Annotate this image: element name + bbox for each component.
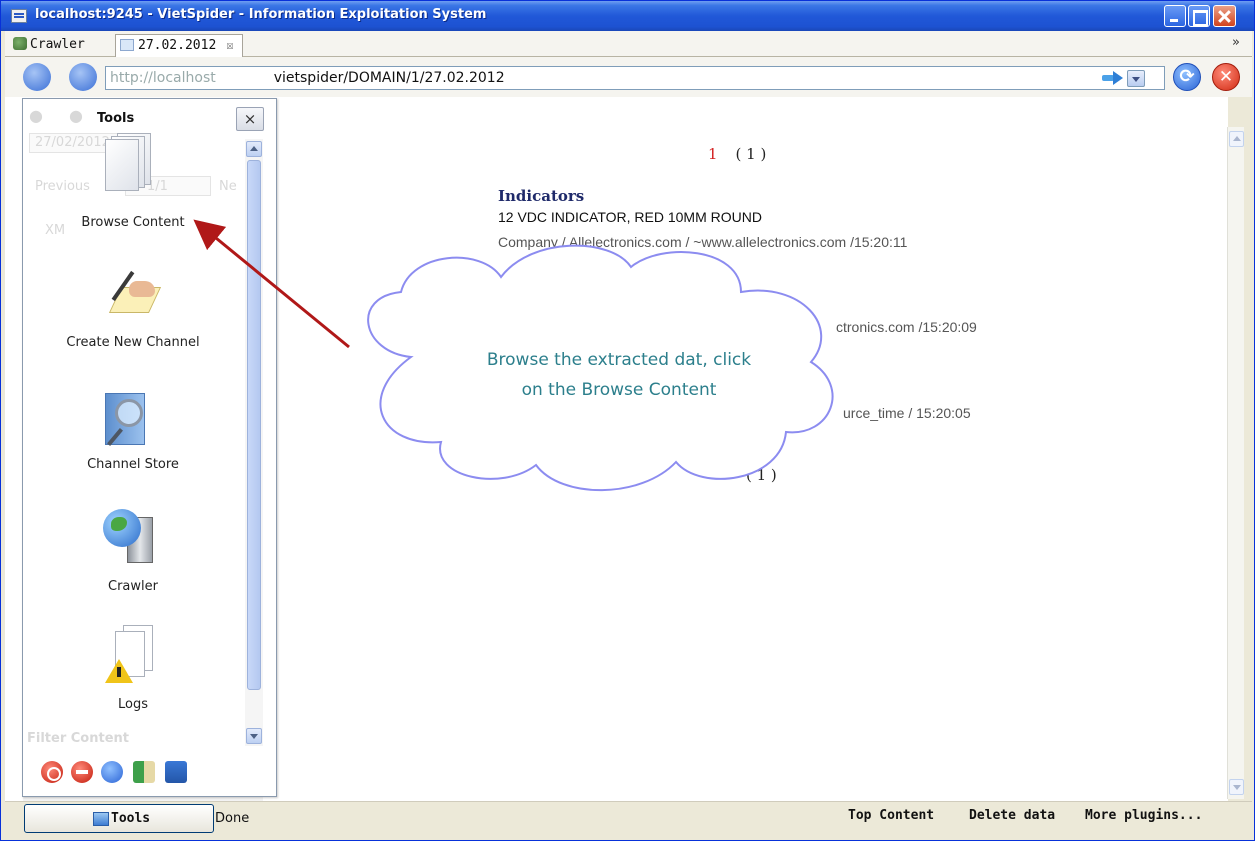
forward-button[interactable]: [69, 63, 97, 91]
url-dropdown-button[interactable]: [1127, 70, 1145, 87]
address-input[interactable]: http://localhost vietspider/DOMAIN/1/27.0…: [105, 66, 1165, 90]
scroll-down-arrow-icon[interactable]: [1229, 779, 1244, 795]
tools-popup: ● ● Tools × 27/02/2012 Previous 1/1 Ne X…: [22, 98, 277, 797]
tool-channel-store-label: Channel Store: [87, 457, 179, 472]
tab-close-icon[interactable]: ☒: [226, 38, 233, 52]
content-vertical-scrollbar[interactable]: [1227, 127, 1244, 799]
page-tab-icon: [120, 39, 134, 51]
url-text: vietspider/DOMAIN/1/27.02.2012: [273, 70, 505, 86]
book-magnifier-icon: [101, 391, 157, 449]
pager-top: 1 ( 1 ): [708, 145, 766, 163]
tab-crawler[interactable]: Crawler: [13, 34, 85, 56]
title-bar: localhost:9245 - VietSpider - Informatio…: [1, 1, 1254, 31]
warning-document-icon: [105, 625, 157, 687]
more-plugins-link[interactable]: More plugins...: [1085, 808, 1202, 823]
info-icon[interactable]: [101, 761, 123, 783]
callout-arrow: [193, 219, 350, 349]
callout-text: Browse the extracted dat, click on the B…: [399, 345, 839, 405]
ghost-next: Ne: [219, 179, 237, 194]
tools-popup-header: ● ● Tools ×: [23, 99, 276, 137]
callout-line-2: on the Browse Content: [521, 380, 717, 400]
tab-crawler-label: Crawler: [30, 37, 85, 52]
window-close-button[interactable]: [1213, 5, 1236, 27]
tab-strip: Crawler 27.02.2012 ☒ »: [5, 31, 1252, 57]
navigation-toolbar: http://localhost vietspider/DOMAIN/1/27.0…: [5, 57, 1252, 97]
user-book-icon[interactable]: [133, 761, 155, 783]
status-text: Done: [215, 811, 250, 826]
pages-stack-icon: [105, 133, 153, 191]
network-computer-icon[interactable]: [165, 761, 187, 783]
tool-logs-label: Logs: [118, 697, 148, 712]
back-button[interactable]: [23, 63, 51, 91]
ghost-previous: Previous: [35, 179, 90, 194]
go-arrow-icon[interactable]: [1102, 71, 1124, 85]
status-bar: Tools Done Top Content Delete data More …: [5, 801, 1252, 838]
ghost-filter-content: Filter Content: [27, 731, 129, 746]
delete-data-link[interactable]: Delete data: [969, 808, 1055, 823]
pager-current-page[interactable]: 1: [708, 145, 718, 163]
popup-scroll-down-icon[interactable]: [246, 728, 262, 744]
item-description: 12 VDC INDICATOR, RED 10MM ROUND: [498, 209, 762, 225]
pager-total: ( 1 ): [735, 145, 767, 163]
globe-server-icon: [103, 507, 161, 565]
tools-popup-title: Tools: [97, 111, 135, 126]
crawler-tab-icon: [13, 37, 27, 50]
popup-scroll-up-icon[interactable]: [246, 141, 262, 157]
maximize-button[interactable]: [1188, 5, 1210, 27]
item-title[interactable]: Indicators: [498, 187, 584, 205]
tools-toggle-button[interactable]: Tools: [24, 804, 214, 833]
tools-popup-close-button[interactable]: ×: [236, 107, 264, 131]
window-title: localhost:9245 - VietSpider - Informatio…: [35, 7, 487, 22]
minimize-button[interactable]: [1164, 5, 1186, 27]
callout-line-1: Browse the extracted dat, click: [486, 350, 752, 370]
scroll-up-arrow-icon[interactable]: [1229, 131, 1244, 147]
stop-button[interactable]: ✕: [1212, 63, 1240, 91]
tools-toggle-label: Tools: [111, 811, 151, 826]
ghost-date: 27/02/2012: [35, 135, 110, 150]
top-content-link[interactable]: Top Content: [848, 808, 934, 823]
refresh-button[interactable]: ⟳: [1173, 63, 1201, 91]
tab-date[interactable]: 27.02.2012 ☒: [115, 34, 243, 57]
app-window: localhost:9245 - VietSpider - Informatio…: [0, 0, 1255, 841]
ghost-back-button: ●: [29, 106, 43, 125]
stop-crawl-icon[interactable]: [41, 761, 63, 783]
ghost-forward-button: ●: [69, 106, 83, 125]
pen-paper-icon: [103, 267, 162, 319]
tab-overflow-chevron-icon[interactable]: »: [1232, 35, 1240, 50]
app-window-icon: [11, 9, 27, 23]
tool-crawler-label: Crawler: [108, 579, 158, 594]
remove-icon[interactable]: [71, 761, 93, 783]
folder-icon: [93, 812, 109, 826]
tab-date-label: 27.02.2012: [138, 38, 217, 53]
url-obscured-prefix: http://localhost: [110, 70, 216, 86]
popup-bottom-toolbar: [41, 759, 241, 785]
